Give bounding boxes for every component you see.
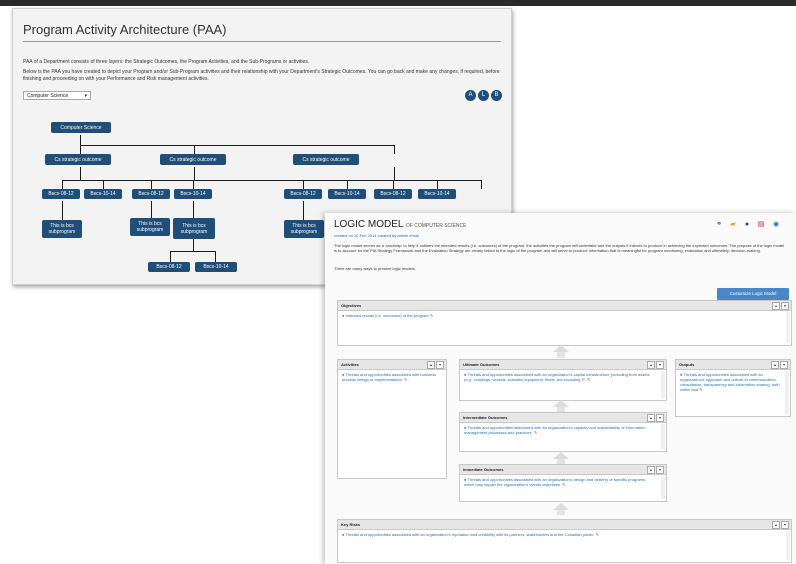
intermediate-outcomes-box: Intermediate Outcomes ▴ ▾ ● Threats and …	[459, 412, 667, 452]
paa-action-button-b[interactable]: B	[491, 90, 502, 101]
collapse-icon[interactable]: ▴	[772, 302, 780, 310]
chevron-down-icon: ▾	[84, 93, 87, 99]
box-item[interactable]: ● Threats and opportunities associated w…	[342, 532, 599, 537]
ultimate-outcomes-box: Ultimate Outcomes ▴ ▾ ● Threats and oppo…	[459, 359, 667, 401]
logic-model-title-main: LOGIC MODEL	[334, 219, 404, 230]
tree-node-subprogram[interactable]: This is bcs subprogram	[130, 218, 170, 236]
activities-box: Activities ▴ ▾ ● Threats and opportuniti…	[337, 359, 447, 479]
tree-node-outcome[interactable]: Cs strategic outcome	[45, 154, 111, 165]
paa-action-button-l[interactable]: L	[478, 90, 489, 101]
arrow-up-icon	[553, 503, 569, 510]
title-divider	[23, 41, 501, 42]
logic-model-title: LOGIC MODEL OF COMPUTER SCIENCE	[334, 219, 466, 230]
tree-node-program[interactable]: Bscs-08-12	[148, 262, 190, 272]
paa-title: Program Activity Architecture (PAA)	[23, 22, 227, 37]
box-item[interactable]: ● Threats and opportunities associated w…	[464, 477, 656, 487]
arrow-up-icon	[553, 400, 569, 407]
top-dark-strip	[0, 0, 796, 6]
scrollbar[interactable]	[786, 531, 790, 560]
scrollbar[interactable]	[661, 476, 665, 499]
customize-logic-model-button[interactable]: Customize Logic Model	[717, 288, 789, 300]
program-select-value: Computer Science	[27, 93, 69, 99]
tree-node-program[interactable]: Bscs-08-12	[42, 189, 80, 199]
program-select[interactable]: Computer Science ▾	[23, 91, 91, 100]
tree-node-program[interactable]: Bscs-08-12	[374, 189, 412, 199]
tree-node-program[interactable]: Bscs-08-12	[284, 189, 322, 199]
scrollbar[interactable]	[786, 312, 790, 343]
box-item[interactable]: ● Threats and opportunities associated w…	[680, 372, 782, 392]
box-label: Ultimate Outcomes	[463, 362, 500, 367]
tree-node-program[interactable]: Bscs-10-14	[84, 189, 122, 199]
tree-node-root[interactable]: Computer Science	[51, 122, 111, 133]
box-item[interactable]: ● Threats and opportunities associated w…	[464, 372, 656, 382]
tree-node-subprogram[interactable]: This is bcs subprogram	[173, 218, 215, 239]
collapse-icon[interactable]: ▴	[772, 521, 780, 529]
box-label: Objectives	[341, 303, 362, 308]
box-item[interactable]: ● Threats and opportunities associated w…	[464, 425, 656, 435]
expand-icon[interactable]: ▾	[436, 361, 444, 369]
scrollbar[interactable]	[785, 371, 789, 414]
outputs-box: Outputs ▴ ▾ ● Threats and opportunities …	[675, 359, 791, 417]
box-item[interactable]: ● Threats and opportunities associated w…	[342, 372, 438, 382]
expand-icon[interactable]: ▾	[781, 521, 789, 529]
print-icon[interactable]: ◉	[772, 221, 780, 229]
paa-description-layers: PAA of a Department consists of three la…	[23, 59, 310, 65]
folder-icon[interactable]: ▰	[729, 221, 737, 229]
tree-node-outcome[interactable]: Cs strategic outcome	[293, 154, 359, 165]
tree-node-subprogram[interactable]: This is bcs subprogram	[42, 220, 82, 238]
tree-node-program[interactable]: Bscs-10-14	[174, 189, 212, 199]
tree-node-program[interactable]: Bscs-10-14	[328, 189, 366, 199]
pdf-icon[interactable]: ▤	[757, 221, 765, 229]
box-label: Key Risks	[341, 522, 361, 527]
tree-node-program[interactable]: Bscs-10-14	[195, 262, 237, 272]
box-label: Immediate Outcomes	[463, 467, 504, 472]
key-risks-box: Key Risks ▴ ▾ ● Threats and opportunitie…	[337, 519, 792, 563]
scrollbar[interactable]	[661, 371, 665, 398]
arrow-up-icon	[553, 345, 569, 352]
logic-model-panel: LOGIC MODEL OF COMPUTER SCIENCE ⚭ ▰ ● ▤ …	[325, 213, 796, 564]
logic-model-meta: created on 20 Feb 2014 created by admin …	[334, 233, 419, 238]
tree-node-program[interactable]: Bscs-10-14	[418, 189, 456, 199]
arrow-up-icon	[553, 452, 569, 459]
expand-icon[interactable]: ▾	[780, 361, 788, 369]
share-icon[interactable]: ⚭	[715, 221, 723, 229]
collapse-icon[interactable]: ▴	[427, 361, 435, 369]
paa-description-instructions: Below is the PAA you have created to dep…	[23, 69, 500, 82]
collapse-icon[interactable]: ▴	[647, 466, 655, 474]
expand-icon[interactable]: ▾	[656, 414, 664, 422]
box-label: Activities	[341, 362, 359, 367]
collapse-icon[interactable]: ▴	[647, 361, 655, 369]
logic-model-intro: The logic model serves as a 'roadmap' to…	[334, 243, 785, 253]
collapse-icon[interactable]: ▴	[771, 361, 779, 369]
objectives-box: Objectives ▴ ▾ ● Intended results (i.e. …	[337, 300, 792, 346]
expand-icon[interactable]: ▾	[781, 302, 789, 310]
chat-icon[interactable]: ●	[743, 221, 751, 229]
tree-node-program[interactable]: Bscs-08-12	[132, 189, 170, 199]
collapse-icon[interactable]: ▴	[647, 414, 655, 422]
expand-icon[interactable]: ▾	[656, 361, 664, 369]
logic-model-title-suffix: OF COMPUTER SCIENCE	[405, 223, 467, 229]
box-item[interactable]: ● Intended results (i.e. outcomes) of th…	[342, 313, 433, 318]
paa-action-button-a[interactable]: A	[465, 90, 476, 101]
expand-icon[interactable]: ▾	[656, 466, 664, 474]
tree-node-subprogram[interactable]: This is bcs subprogram	[284, 220, 324, 238]
immediate-outcomes-box: Immediate Outcomes ▴ ▾ ● Threats and opp…	[459, 464, 667, 502]
box-label: Intermediate Outcomes	[463, 415, 508, 420]
tree-node-outcome[interactable]: Cs strategic outcome	[160, 154, 226, 165]
logic-model-note: There are many ways to present logic mod…	[334, 266, 416, 271]
scrollbar[interactable]	[661, 424, 665, 449]
box-label: Outputs	[679, 362, 695, 367]
